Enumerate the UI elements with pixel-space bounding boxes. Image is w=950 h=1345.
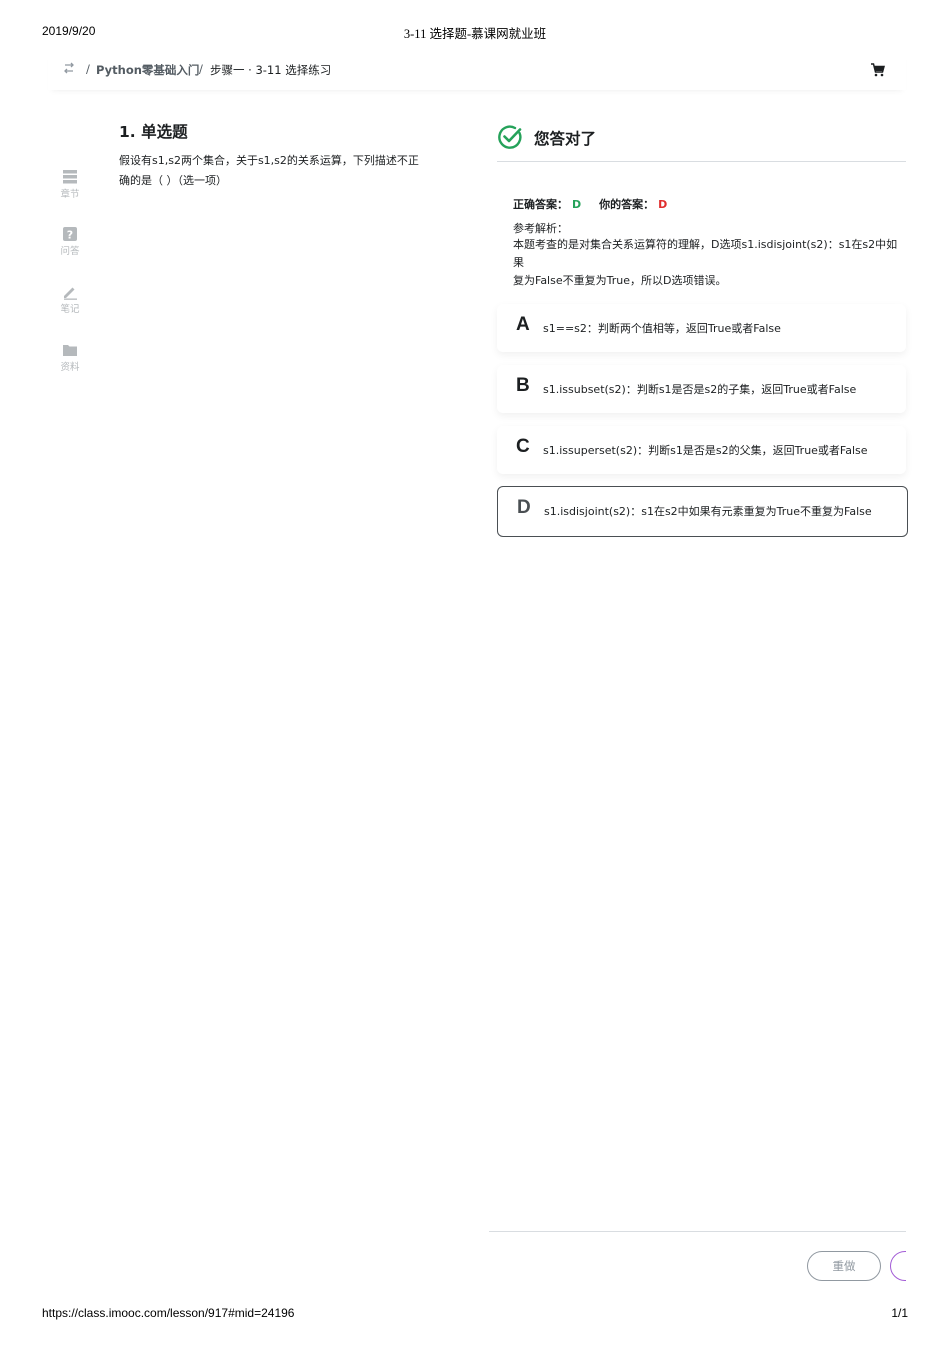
option-letter: C	[516, 436, 530, 457]
option-text: s1.isdisjoint(s2)：s1在s2中如果有元素重复为True不重复为…	[544, 505, 872, 518]
svg-text:?: ?	[67, 229, 73, 242]
option-d[interactable]: D s1.isdisjoint(s2)：s1在s2中如果有元素重复为True不重…	[497, 486, 908, 537]
option-letter: A	[516, 314, 530, 335]
redo-button[interactable]: 重做	[807, 1251, 881, 1281]
sidebar-item-materials[interactable]: 资料	[54, 342, 86, 373]
option-text: s1.issubset(s2)：判断s1是否是s2的子集，返回True或者Fal…	[543, 383, 857, 396]
option-b[interactable]: B s1.issubset(s2)：判断s1是否是s2的子集，返回True或者F…	[497, 365, 906, 413]
breadcrumb-current: 步骤一 · 3-11 选择练习	[210, 63, 332, 77]
chapter-icon	[63, 170, 77, 184]
correct-answer-value: D	[572, 198, 582, 211]
breadcrumb-course-link[interactable]: Python零基础入门	[96, 62, 199, 78]
sidebar-item-label: 问答	[60, 246, 80, 257]
option-text: s1==s2：判断两个值相等，返回True或者False	[543, 322, 781, 335]
check-circle-icon	[497, 124, 523, 150]
question-icon: ?	[63, 227, 77, 242]
pencil-icon	[64, 287, 77, 300]
divider	[497, 161, 906, 162]
explanation-text: 本题考查的是对集合关系运算符的理解，D选项s1.isdisjoint(s2)：s…	[513, 238, 898, 287]
your-answer-label: 你的答案：	[599, 198, 655, 211]
option-letter: B	[516, 375, 530, 396]
divider	[489, 1231, 906, 1232]
question-text: 假设有s1,s2两个集合，关于s1,s2的关系运算，下列描述不正确的是（ ）（选…	[119, 154, 419, 187]
your-answer-value: D	[658, 198, 668, 211]
breadcrumb-separator: /	[199, 62, 203, 76]
result-status: 您答对了	[534, 130, 597, 148]
sidebar-item-label: 章节	[60, 189, 80, 200]
answer-summary: 正确答案： D 你的答案： D	[513, 196, 667, 212]
question-title: 1. 单选题	[119, 123, 188, 141]
sidebar-item-label: 笔记	[60, 304, 80, 315]
correct-answer-label: 正确答案：	[513, 198, 568, 211]
sidebar-item-qa[interactable]: ? 问答	[54, 226, 86, 257]
menu-toggle-icon[interactable]	[62, 60, 76, 74]
cart-icon[interactable]	[870, 62, 886, 78]
option-letter: D	[517, 497, 531, 518]
print-url: https://class.imooc.com/lesson/917#mid=2…	[42, 1306, 295, 1320]
sidebar-item-chapter[interactable]: 章节	[54, 169, 86, 200]
option-text: s1.issuperset(s2)：判断s1是否是s2的父集，返回True或者F…	[543, 444, 868, 457]
sidebar-item-label: 资料	[60, 362, 80, 373]
sidebar-item-notes[interactable]: 笔记	[54, 284, 86, 315]
print-page-title: 3-11 选择题-慕课网就业班	[403, 27, 547, 41]
explanation-label: 参考解析：	[513, 222, 568, 235]
option-c[interactable]: C s1.issuperset(s2)：判断s1是否是s2的父集，返回True或…	[497, 426, 906, 474]
print-page-number: 1/1	[891, 1306, 908, 1320]
option-a[interactable]: A s1==s2：判断两个值相等，返回True或者False	[497, 304, 906, 352]
folder-icon	[63, 345, 77, 356]
next-button[interactable]	[890, 1251, 906, 1281]
breadcrumb-separator: /	[86, 62, 90, 76]
